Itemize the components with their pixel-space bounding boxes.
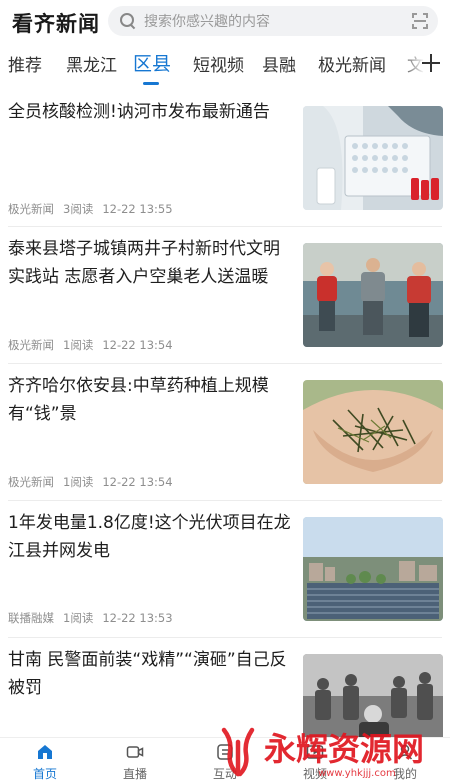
tab-short-video[interactable]: 短视频 (193, 51, 244, 76)
svg-text:www.yhkjjj.com: www.yhkjjj.com (318, 768, 396, 779)
video-camera-icon (126, 743, 144, 761)
news-meta: 极光新闻 1阅读 12-22 13:54 (8, 474, 182, 490)
search-placeholder: 搜索你感兴趣的内容 (144, 14, 270, 30)
news-reads: 3阅读 (63, 202, 94, 216)
nav-home[interactable]: 首页 (0, 738, 90, 781)
tab-county-media[interactable]: 县融 (262, 51, 296, 76)
news-item[interactable]: 1年发电量1.8亿度!这个光伏项目在龙江县并网发电 联播融媒 1阅读 12-22 1… (0, 501, 450, 637)
news-reads: 1阅读 (63, 338, 94, 352)
tab-heilongjiang[interactable]: 黑龙江 (66, 51, 117, 76)
news-title: 全员核酸检测!讷河市发布最新通告 (8, 102, 270, 122)
lab-test-photo (303, 106, 443, 210)
svg-text:永辉资源网: 永辉资源网 (264, 730, 424, 768)
news-source: 极光新闻 (8, 475, 54, 489)
news-meta: 极光新闻 1阅读 12-22 13:54 (8, 337, 182, 353)
nav-label: 直播 (122, 767, 147, 781)
active-tab-indicator (143, 82, 159, 85)
tab-aurora-news[interactable]: 极光新闻 (318, 51, 386, 76)
watermark-logo: 永辉资源网 www.yhkjjj.com (218, 722, 443, 780)
news-meta: 联播融媒 1阅读 12-22 13:53 (8, 610, 182, 626)
nav-label: 首页 (32, 767, 57, 781)
news-reads: 1阅读 (63, 611, 94, 625)
news-source: 极光新闻 (8, 202, 54, 216)
news-title: 泰来县塔子城镇两井子村新时代文明实践站 志愿者入户空巢老人送温暖 (8, 239, 280, 287)
home-icon (36, 743, 54, 761)
news-title: 1年发电量1.8亿度!这个光伏项目在龙江县并网发电 (8, 513, 291, 561)
tab-county[interactable]: 区县 (133, 49, 171, 76)
news-title: 齐齐哈尔依安县:中草药种植上规模有“钱”景 (8, 376, 269, 424)
add-channel-icon[interactable] (422, 54, 440, 72)
news-source: 联播融媒 (8, 611, 54, 625)
tab-recommend[interactable]: 推荐 (8, 51, 42, 76)
news-time: 12-22 13:53 (102, 611, 173, 625)
news-item[interactable]: 齐齐哈尔依安县:中草药种植上规模有“钱”景 极光新闻 1阅读 12-22 13:54 (0, 364, 450, 500)
news-item[interactable]: 全员核酸检测!讷河市发布最新通告 极光新闻 3阅读 12-22 13:55 (0, 90, 450, 226)
app-logo: 看齐新闻 (12, 12, 100, 36)
news-time: 12-22 13:54 (102, 475, 173, 489)
volunteers-photo (303, 243, 443, 347)
news-item[interactable]: 泰来县塔子城镇两井子村新时代文明实践站 志愿者入户空巢老人送温暖 极光新闻 1阅读… (0, 227, 450, 363)
news-reads: 1阅读 (63, 475, 94, 489)
news-time: 12-22 13:55 (102, 202, 173, 216)
news-time: 12-22 13:54 (102, 338, 173, 352)
solar-field-photo (303, 517, 443, 621)
app-header: 看齐新闻 搜索你感兴趣的内容 (0, 0, 450, 44)
herbs-in-hands-photo (303, 380, 443, 484)
nav-live[interactable]: 直播 (90, 738, 180, 781)
search-icon (120, 13, 136, 29)
news-meta: 极光新闻 3阅读 12-22 13:55 (8, 201, 182, 217)
search-bar[interactable]: 搜索你感兴趣的内容 (108, 6, 438, 36)
news-title: 甘南 民警面前装“戏精”“演砸”自己反被罚 (8, 650, 287, 698)
channel-tabs: 推荐 黑龙江 区县 短视频 县融 极光新闻 文 (0, 44, 450, 85)
news-source: 极光新闻 (8, 338, 54, 352)
scan-icon[interactable] (412, 13, 428, 29)
